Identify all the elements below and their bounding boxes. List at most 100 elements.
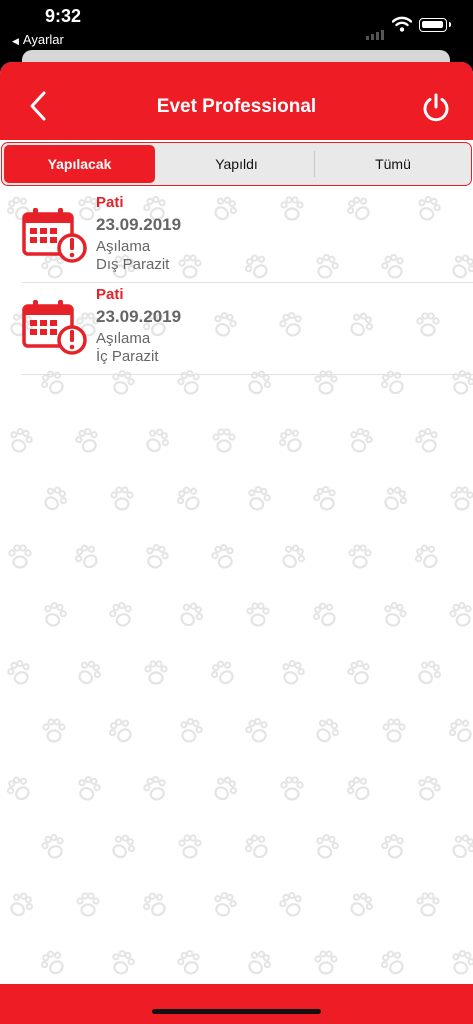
paw-print-icon	[73, 773, 104, 804]
cellular-signal-icon	[366, 22, 386, 40]
paw-print-icon	[4, 888, 38, 922]
calendar-alert-icon	[22, 300, 87, 355]
paw-print-icon	[72, 656, 106, 690]
bottom-bar	[0, 984, 473, 1024]
task-list-area: Pati 23.09.2019 Aşılama Dış Parazit Pati…	[0, 190, 473, 984]
paw-print-icon	[342, 772, 376, 806]
paw-print-icon	[310, 483, 341, 514]
paw-print-icon	[208, 541, 239, 572]
paw-print-icon	[39, 599, 70, 630]
paw-print-icon	[38, 831, 69, 862]
paw-print-icon	[242, 715, 273, 746]
tab-yapildi[interactable]: Yapıldı	[159, 143, 314, 185]
paw-print-icon	[444, 714, 473, 748]
paw-print-icon	[72, 425, 103, 456]
task-date: 23.09.2019	[96, 215, 182, 234]
paw-print-icon	[2, 772, 36, 806]
paw-print-icon	[308, 598, 342, 632]
paw-print-icon	[212, 428, 236, 453]
back-app-label: Ayarlar	[22, 32, 64, 47]
paw-print-icon	[413, 773, 444, 804]
paw-print-icon	[4, 657, 35, 688]
task-type: Aşılama	[96, 238, 151, 255]
tab-yapilacak[interactable]: Yapılacak	[4, 145, 155, 183]
paw-print-icon	[379, 599, 410, 630]
paw-print-icon	[209, 889, 240, 920]
paw-print-icon	[246, 602, 270, 627]
segmented-control-container: Yapılacak Yapıldı Tümü	[0, 140, 473, 190]
paw-print-icon	[140, 773, 171, 804]
paw-print-icon	[311, 831, 342, 862]
task-date: 23.09.2019	[96, 307, 182, 326]
task-type: Aşılama	[96, 330, 151, 347]
paw-print-icon	[410, 540, 444, 574]
paw-print-icon	[110, 486, 134, 511]
home-indicator[interactable]	[152, 1009, 321, 1014]
calendar-alert-icon	[22, 208, 87, 263]
task-subtype: Dış Parazit	[96, 256, 170, 273]
battery-icon	[419, 18, 447, 32]
paw-print-icon	[144, 660, 168, 685]
page-title: Evet Professional	[156, 96, 317, 117]
paw-print-icon	[344, 888, 378, 922]
paw-print-icon	[276, 540, 310, 574]
tab-tumu[interactable]: Tümü	[315, 143, 471, 185]
paw-print-icon	[172, 482, 206, 516]
paw-print-icon	[378, 831, 409, 862]
paw-print-icon	[314, 950, 338, 975]
paw-print-icon	[174, 947, 205, 978]
paw-print-icon	[36, 946, 70, 980]
paw-print-icon	[242, 946, 276, 980]
task-row[interactable]: Pati 23.09.2019 Aşılama Dış Parazit	[22, 190, 473, 283]
status-bar: 9:32 ◀ Ayarlar	[0, 0, 473, 50]
power-icon[interactable]	[420, 92, 452, 124]
paw-print-icon	[447, 947, 473, 978]
paw-print-icon	[348, 544, 372, 569]
paw-print-icon	[107, 947, 138, 978]
paw-print-icon	[310, 714, 344, 748]
paw-print-icon	[345, 425, 376, 456]
segmented-control: Yapılacak Yapıldı Tümü	[1, 142, 472, 186]
paw-print-icon	[344, 657, 375, 688]
back-to-app-link[interactable]: ◀ Ayarlar	[12, 32, 64, 47]
battery-tip	[449, 22, 451, 27]
paw-print-icon	[38, 482, 72, 516]
paw-print-icon	[382, 718, 406, 743]
paw-print-icon	[175, 715, 206, 746]
wifi-icon	[392, 16, 412, 32]
paw-print-icon	[240, 830, 274, 864]
paw-print-icon	[76, 892, 100, 917]
navigation-bar: Evet Professional	[0, 62, 473, 140]
paw-print-icon	[106, 599, 137, 630]
paw-print-icon	[104, 714, 138, 748]
paw-print-icon	[206, 656, 240, 690]
paw-print-icon	[70, 540, 104, 574]
paw-print-icon	[376, 946, 410, 980]
paw-print-icon	[178, 834, 202, 859]
paw-print-icon	[174, 598, 208, 632]
paw-print-icon	[446, 599, 473, 630]
paw-print-icon	[5, 425, 36, 456]
paw-print-icon	[276, 889, 307, 920]
paw-print-icon	[277, 657, 308, 688]
paw-print-icon	[140, 424, 174, 458]
paw-print-icon	[42, 718, 66, 743]
paw-print-icon	[412, 656, 446, 690]
paw-print-icon	[274, 424, 308, 458]
paw-print-icon	[450, 486, 473, 511]
paw-print-icon	[243, 483, 274, 514]
paw-print-icon	[141, 541, 172, 572]
paw-print-icon	[446, 830, 473, 864]
paw-print-icon	[8, 544, 32, 569]
app-sheet: Evet Professional Yapılacak Yapıldı Tümü	[0, 62, 473, 1024]
status-time: 9:32	[45, 6, 82, 26]
paw-print-icon	[138, 888, 172, 922]
paw-print-icon	[416, 892, 440, 917]
task-pet-name: Pati	[96, 194, 124, 211]
paw-print-icon	[280, 776, 304, 801]
paw-print-icon	[378, 482, 412, 516]
paw-print-icon	[412, 425, 443, 456]
task-row[interactable]: Pati 23.09.2019 Aşılama İç Parazit	[22, 282, 473, 375]
paw-print-icon	[208, 772, 242, 806]
triangle-left-icon: ◀	[12, 36, 19, 46]
